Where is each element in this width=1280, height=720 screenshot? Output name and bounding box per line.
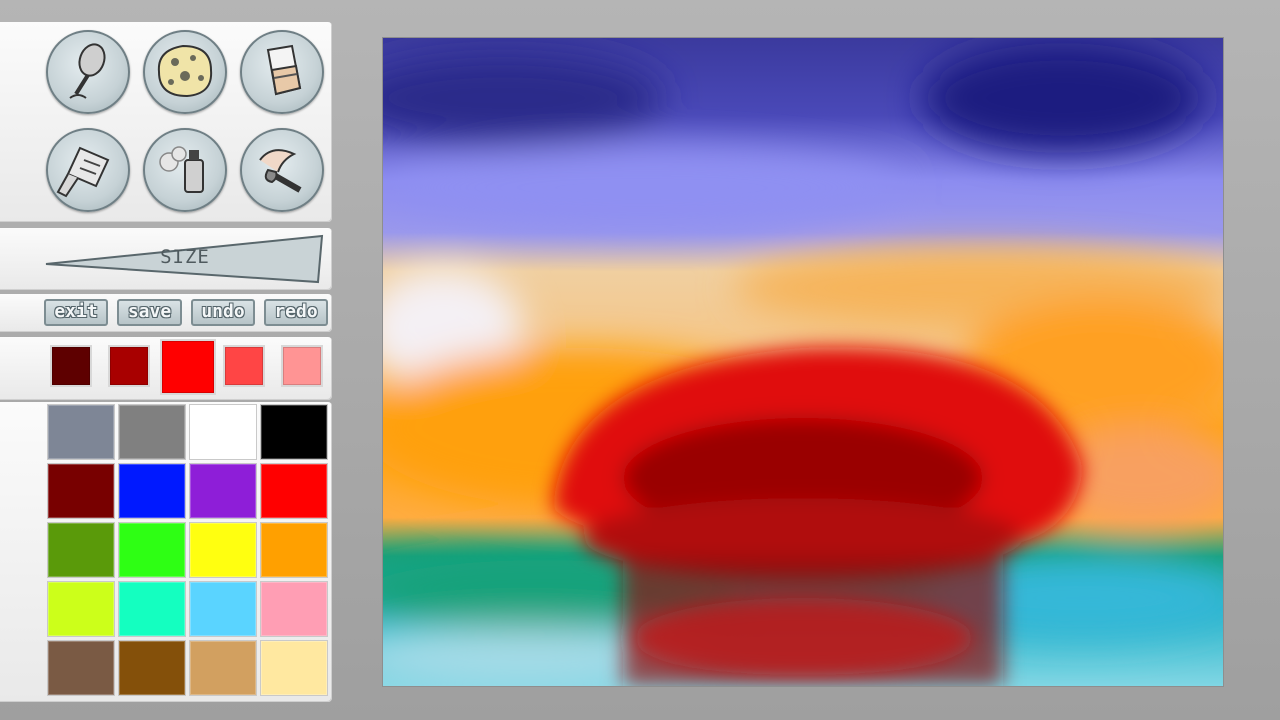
sponge-tool-button[interactable]	[143, 30, 227, 114]
eraser-tool-button[interactable]	[240, 30, 324, 114]
palette-swatch[interactable]	[189, 522, 257, 578]
size-label: SIZE	[160, 246, 210, 268]
palette-swatch[interactable]	[118, 404, 186, 460]
palette-swatch[interactable]	[260, 463, 328, 519]
redo-button[interactable]: redo	[264, 299, 328, 326]
exit-button[interactable]: exit	[44, 299, 108, 326]
undo-button[interactable]: undo	[191, 299, 255, 326]
palette-swatch[interactable]	[47, 404, 115, 460]
spray-can-tool-button[interactable]	[143, 128, 227, 212]
palette-swatch[interactable]	[260, 522, 328, 578]
sponge-tool-icon	[157, 44, 213, 98]
tool-panel	[0, 22, 332, 222]
palette-swatch[interactable]	[118, 522, 186, 578]
palette-swatch[interactable]	[260, 640, 328, 696]
palette-swatch[interactable]	[118, 640, 186, 696]
palette-swatch[interactable]	[47, 463, 115, 519]
painting	[383, 38, 1223, 686]
glue-tool-icon	[56, 146, 110, 198]
size-panel: SIZE	[0, 228, 332, 290]
shade-swatch[interactable]	[50, 345, 92, 387]
palette-swatch[interactable]	[118, 463, 186, 519]
palette-swatch[interactable]	[118, 581, 186, 637]
palette-swatch[interactable]	[189, 463, 257, 519]
shade-panel	[0, 337, 332, 400]
shade-swatch[interactable]	[281, 345, 323, 387]
palette-swatch[interactable]	[260, 404, 328, 460]
action-panel: exit save undo redo	[0, 294, 332, 332]
palette-swatch[interactable]	[189, 404, 257, 460]
palette-swatch[interactable]	[47, 640, 115, 696]
paintbrush-tool-button[interactable]	[240, 128, 324, 212]
spray-can-tool-icon	[159, 146, 204, 193]
eraser-tool-icon	[266, 44, 302, 96]
shade-swatch-selected[interactable]	[160, 339, 216, 395]
palette-swatch[interactable]	[189, 640, 257, 696]
microphone-tool-button[interactable]	[46, 30, 130, 114]
save-button[interactable]: save	[117, 299, 182, 326]
palette-swatch[interactable]	[189, 581, 257, 637]
shade-swatch[interactable]	[223, 345, 265, 387]
palette-swatch[interactable]	[47, 522, 115, 578]
palette-swatch[interactable]	[260, 581, 328, 637]
microphone-tool-icon	[69, 43, 106, 99]
color-palette	[0, 402, 332, 702]
drawing-canvas[interactable]	[383, 38, 1223, 686]
palette-swatch[interactable]	[47, 581, 115, 637]
glue-tool-button[interactable]	[46, 128, 130, 212]
drawing-game-screen: SIZE exit save undo redo	[0, 0, 1280, 720]
paintbrush-tool-icon	[259, 149, 302, 193]
size-slider[interactable]: SIZE	[44, 232, 326, 284]
shade-swatch[interactable]	[108, 345, 150, 387]
